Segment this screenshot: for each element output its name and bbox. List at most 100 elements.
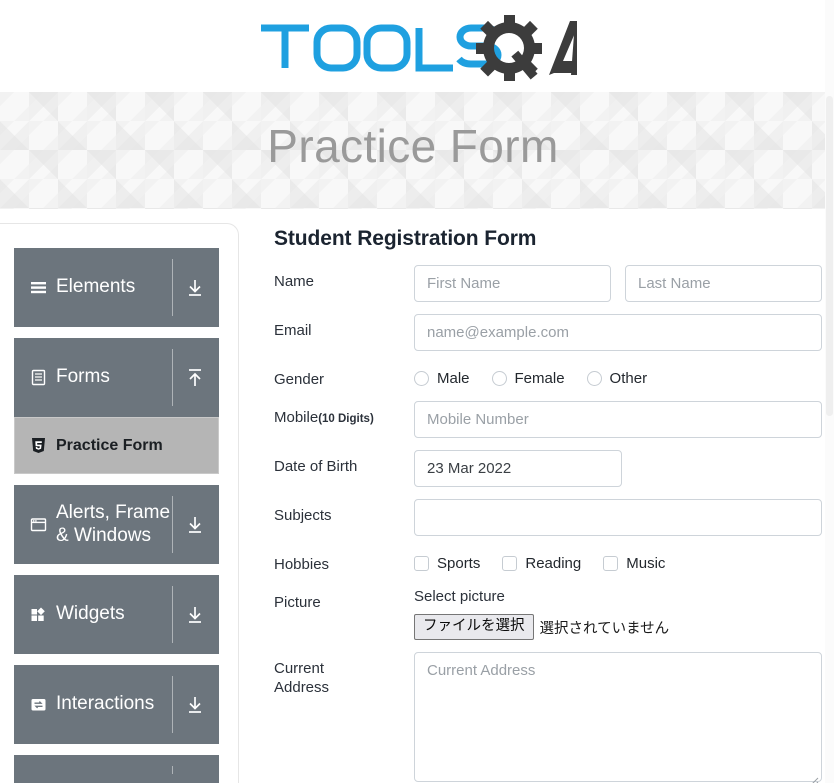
form-row-gender: Gender Male Female Other (274, 363, 822, 389)
label-current-address: Current Address (274, 660, 330, 697)
gender-radio-label: Female (514, 370, 565, 387)
sidebar-group-widgets: Widgets (14, 575, 219, 654)
sidebar-panel: Elements Forms Practice Form Alerts, Fra… (0, 223, 239, 783)
gender-radio-female[interactable]: Female (491, 370, 565, 387)
label-name: Name (274, 273, 315, 290)
sidebar-group-header-elements[interactable]: Elements (14, 248, 219, 327)
gender-radio-male[interactable]: Male (414, 370, 470, 387)
sidebar-group-header-widgets[interactable]: Widgets (14, 575, 219, 654)
current-address-textarea[interactable] (414, 652, 822, 783)
textarea-wrapper (414, 652, 822, 783)
sidebar-group-header-partial[interactable] (14, 755, 219, 783)
main-form: Student Registration Form Name Email Gen… (240, 209, 834, 783)
sidebar-group-divider (172, 496, 173, 553)
sidebar-group-partial (14, 755, 219, 783)
first-name-input[interactable] (414, 265, 611, 302)
form-row-mobile: Mobile(10 Digits) (274, 401, 822, 439)
name-inputs (414, 265, 822, 302)
dob-input[interactable] (414, 450, 622, 488)
toolsqa-logo-svg (261, 15, 577, 81)
form-row-email: Email (274, 314, 822, 351)
sidebar-group-header-interactions[interactable]: Interactions (14, 665, 219, 744)
picture-file-input[interactable]: ファイルを選択 選択されていません (414, 614, 670, 641)
last-name-input[interactable] (625, 265, 822, 302)
label-subjects: Subjects (274, 507, 332, 525)
form-row-dob: Date of Birth (274, 450, 822, 488)
arrow-down-icon[interactable] (183, 513, 207, 537)
sidebar-item-label: Practice Form (56, 436, 163, 454)
gender-radio-label: Male (437, 370, 470, 387)
hobby-label: Reading (525, 555, 582, 573)
html5-shield-icon (31, 437, 48, 454)
sidebar-item-practice-form[interactable]: Practice Form (14, 417, 219, 474)
label-mobile: Mobile(10 Digits) (274, 409, 374, 427)
arrow-down-icon[interactable] (183, 603, 207, 627)
picture-controls: Select picture ファイルを選択 選択されていません (414, 586, 822, 641)
email-inputs (414, 314, 822, 351)
content-row: Elements Forms Practice Form Alerts, Fra… (0, 209, 834, 783)
mobile-input[interactable] (414, 401, 822, 439)
hobby-checkbox-sports[interactable]: Sports (414, 555, 480, 572)
subjects-input[interactable] (414, 499, 822, 537)
sidebar-group-divider (172, 586, 173, 643)
site-header (0, 0, 834, 92)
sidebar-group-header-alerts[interactable]: Alerts, Frame & Windows (14, 485, 219, 564)
sidebar-group-header-forms[interactable]: Forms (14, 338, 219, 417)
radio-icon[interactable] (491, 371, 507, 386)
page-banner: Practice Form (0, 92, 834, 209)
hobbies-options: Sports Reading Music (414, 548, 822, 572)
gender-options: Male Female Other (414, 363, 822, 387)
radio-icon[interactable] (414, 371, 429, 386)
email-input[interactable] (414, 314, 822, 351)
checkbox-icon[interactable] (603, 556, 619, 572)
sidebar-group-divider (172, 676, 173, 733)
gender-radio-label: Other (609, 370, 648, 387)
sidebar: Elements Forms Practice Form Alerts, Fra… (0, 209, 240, 783)
checkbox-icon[interactable] (502, 556, 518, 572)
radio-icon[interactable] (586, 371, 602, 386)
letter-a (549, 21, 577, 75)
label-picture: Picture (274, 594, 321, 612)
sidebar-group-elements: Elements (14, 248, 219, 327)
mobile-inputs (414, 401, 822, 439)
subjects-inputs (414, 499, 822, 537)
sidebar-group-label: Alerts, Frame & Windows (56, 502, 171, 546)
form-title: Student Registration Form (274, 227, 537, 250)
form-row-current-address: Current Address (274, 652, 822, 783)
page-scrollbar-track[interactable] (825, 0, 834, 783)
hobby-label: Music (626, 555, 666, 573)
sidebar-group-label: Interactions (56, 693, 155, 715)
hobby-checkbox-music[interactable]: Music (603, 555, 665, 572)
current-address-controls (414, 652, 822, 783)
form-row-picture: Picture Select picture ファイルを選択 選択されていません (274, 586, 822, 641)
hamburger-icon (30, 279, 47, 296)
hobbies-checkbox-group: Sports Reading Music (414, 548, 687, 572)
arrow-down-icon[interactable] (183, 693, 207, 717)
gender-radio-other[interactable]: Other (586, 370, 648, 387)
file-status-text: 選択されていません (539, 620, 670, 637)
choose-file-button[interactable]: ファイルを選択 (414, 614, 534, 641)
sidebar-group-alerts-frame-windows: Alerts, Frame & Windows (14, 485, 219, 564)
arrow-up-icon[interactable] (183, 366, 207, 390)
label-mobile-sub: (10 Digits) (318, 413, 374, 426)
sidebar-group-divider (172, 766, 173, 774)
toolsqa-logo[interactable] (257, 11, 577, 81)
sidebar-group-label: Widgets (56, 603, 125, 625)
interactions-icon (30, 696, 47, 713)
picture-column: Select picture ファイルを選択 選択されていません (414, 586, 670, 641)
sidebar-group-label: Elements (56, 276, 136, 298)
sidebar-group-divider (172, 349, 173, 406)
page-title: Practice Form (267, 120, 559, 172)
window-icon (30, 516, 47, 533)
form-row-hobbies: Hobbies Sports Reading Music (274, 548, 822, 574)
form-row-name: Name (274, 265, 822, 302)
hobby-checkbox-reading[interactable]: Reading (502, 555, 581, 572)
checkbox-icon[interactable] (414, 556, 429, 572)
arrow-down-icon[interactable] (183, 276, 207, 300)
sidebar-group-forms: Forms (14, 338, 219, 417)
page-scrollbar-thumb[interactable] (826, 96, 833, 416)
select-picture-text: Select picture (414, 588, 505, 606)
label-gender: Gender (274, 371, 325, 388)
label-dob: Date of Birth (274, 458, 358, 476)
widgets-grid-icon (30, 606, 47, 623)
